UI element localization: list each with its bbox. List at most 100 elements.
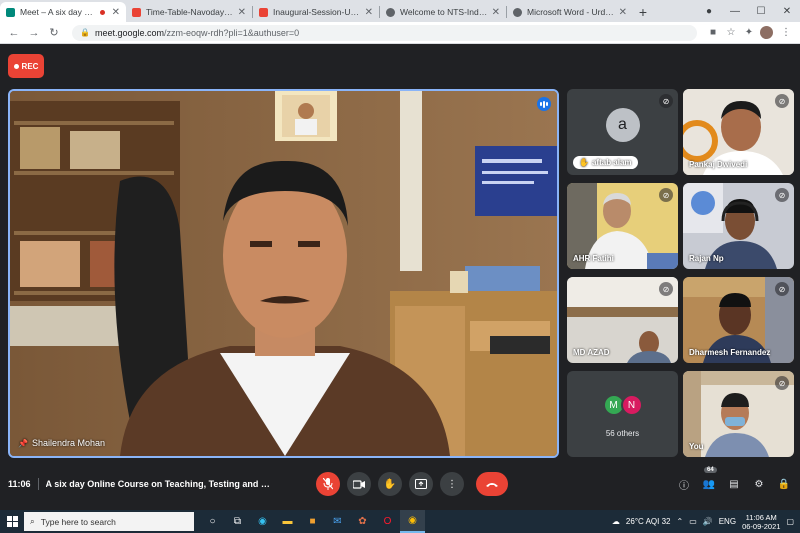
file-explorer-icon[interactable]: ▬ bbox=[275, 510, 300, 533]
menu-icon[interactable]: ⋮ bbox=[778, 27, 794, 38]
participant-name: MD AZAD bbox=[573, 348, 610, 357]
self-tile[interactable]: ⊘ You bbox=[683, 371, 794, 457]
url-host: meet.google.com bbox=[94, 27, 165, 38]
mic-off-icon bbox=[323, 478, 333, 490]
camera-icon bbox=[353, 479, 365, 489]
close-icon[interactable]: ✕ bbox=[365, 7, 373, 18]
chat-icon[interactable]: ▤ bbox=[726, 476, 742, 492]
present-button[interactable] bbox=[409, 472, 433, 496]
meeting-details-icon[interactable]: ⓘ bbox=[676, 476, 692, 492]
tab-time-table[interactable]: Time-Table-Navodaya_Urdu-06- ✕ bbox=[126, 2, 252, 22]
participant-tile-pankaj[interactable]: ⊘ Pankaj Dwivedi bbox=[683, 89, 794, 175]
mic-off-icon: ⊘ bbox=[659, 188, 673, 202]
participant-name: AHR Fatihi bbox=[573, 254, 614, 263]
participant-name: You bbox=[689, 442, 704, 451]
activities-icon[interactable]: ⚙ bbox=[751, 476, 767, 492]
call-controls: ✋ ⋮ bbox=[316, 472, 508, 496]
recording-badge[interactable]: REC bbox=[8, 54, 44, 78]
participant-tile-dharmesh[interactable]: ⊘ Dharmesh Fernandez bbox=[683, 277, 794, 363]
maximize-icon[interactable]: ☐ bbox=[748, 6, 774, 17]
weather-text[interactable]: 26°C AQI 32 bbox=[626, 517, 671, 526]
meet-favicon-icon bbox=[6, 7, 15, 17]
mic-off-icon: ⊘ bbox=[659, 282, 673, 296]
tab-title: Microsoft Word - Urdu Website | bbox=[527, 7, 616, 17]
record-dot-icon bbox=[13, 63, 19, 69]
task-view-icon[interactable]: ⧉ bbox=[225, 510, 250, 533]
close-window-icon[interactable]: ✕ bbox=[774, 6, 800, 17]
main-speaker-tile[interactable]: 📌 Shailendra Mohan bbox=[8, 89, 559, 458]
raise-hand-button[interactable]: ✋ bbox=[378, 472, 402, 496]
store-icon[interactable]: ■ bbox=[300, 510, 325, 533]
leave-call-button[interactable] bbox=[476, 472, 508, 496]
mic-off-icon: ⊘ bbox=[775, 376, 789, 390]
edge-icon[interactable]: ◉ bbox=[250, 510, 275, 533]
participant-tile-fatihi[interactable]: ⊘ AHR Fatihi bbox=[567, 183, 678, 269]
cortana-icon[interactable]: ○ bbox=[200, 510, 225, 533]
others-count: 56 others bbox=[605, 429, 640, 438]
present-screen-icon bbox=[415, 479, 427, 489]
reload-icon[interactable]: ↻ bbox=[46, 26, 62, 39]
clock-date: 06-09-2021 bbox=[742, 521, 781, 531]
tab-search-icon[interactable]: ● bbox=[696, 6, 722, 17]
extensions-icon[interactable]: ✦ bbox=[741, 27, 757, 38]
pdf-favicon-icon bbox=[132, 7, 141, 17]
tab-microsoft-word[interactable]: Microsoft Word - Urdu Website | ✕ bbox=[507, 2, 633, 22]
tab-inaugural-session[interactable]: Inaugural-Session-Urdu.pdf ✕ bbox=[253, 2, 379, 22]
globe-icon bbox=[386, 7, 395, 17]
profile-avatar[interactable] bbox=[760, 26, 773, 39]
tab-nts-india[interactable]: Welcome to NTS-India Website ✕ bbox=[380, 2, 506, 22]
url-field[interactable]: 🔒 meet.google.com /zzm-eoqw-rdh?pli=1&au… bbox=[72, 24, 697, 41]
network-icon[interactable]: ▭ bbox=[689, 517, 697, 526]
windows-start-button[interactable] bbox=[0, 510, 24, 533]
tab-title: Time-Table-Navodaya_Urdu-06- bbox=[146, 7, 235, 17]
avatar: a bbox=[605, 108, 640, 143]
others-avatars: M N bbox=[602, 394, 643, 417]
close-icon[interactable]: ✕ bbox=[238, 7, 246, 18]
star-icon[interactable]: ☆ bbox=[723, 27, 739, 38]
pdf-favicon-icon bbox=[259, 7, 268, 17]
window-controls: ● — ☐ ✕ bbox=[696, 0, 800, 22]
lock-icon[interactable]: 🔒 bbox=[80, 28, 90, 37]
mail-icon[interactable]: ✉ bbox=[325, 510, 350, 533]
participant-name: Pankaj Dwivedi bbox=[689, 160, 748, 169]
url-path: /zzm-eoqw-rdh?pli=1&authuser=0 bbox=[164, 27, 300, 38]
pin-icon: 📌 bbox=[18, 439, 28, 448]
windows-logo-icon bbox=[6, 516, 18, 527]
close-icon[interactable]: ✕ bbox=[112, 7, 120, 18]
host-controls-icon[interactable]: 🔒 bbox=[776, 476, 792, 492]
language-indicator[interactable]: ENG bbox=[719, 517, 736, 526]
taskbar-search-input[interactable]: ⌕ Type here to search bbox=[24, 512, 194, 531]
close-icon[interactable]: ✕ bbox=[619, 7, 627, 18]
clock[interactable]: 11:06 AM 06-09-2021 bbox=[742, 513, 780, 531]
hang-up-icon bbox=[486, 482, 498, 487]
chrome-icon[interactable]: ◉ bbox=[400, 510, 425, 533]
participant-tile-rajan[interactable]: ⊘ Rajan Np bbox=[683, 183, 794, 269]
tab-meet[interactable]: Meet – A six day Online Cou ✕ bbox=[0, 2, 126, 22]
tab-title: Meet – A six day Online Cou bbox=[20, 7, 96, 17]
close-icon[interactable]: ✕ bbox=[492, 7, 500, 18]
more-options-button[interactable]: ⋮ bbox=[440, 472, 464, 496]
new-tab-button[interactable]: + bbox=[633, 2, 653, 22]
volume-icon[interactable]: 🔊 bbox=[703, 517, 713, 526]
mic-off-icon: ⊘ bbox=[775, 282, 789, 296]
minimize-icon[interactable]: — bbox=[722, 6, 748, 17]
participant-tile-aftab[interactable]: a ⊘ ✋ aftab alam bbox=[567, 89, 678, 175]
back-icon[interactable]: ← bbox=[6, 27, 22, 39]
tray-chevron-icon[interactable]: ⌃ bbox=[676, 517, 683, 526]
globe-icon bbox=[513, 7, 522, 17]
recording-dot-icon bbox=[99, 9, 105, 15]
others-tile[interactable]: M N 56 others bbox=[567, 371, 678, 457]
weather-icon[interactable]: ☁ bbox=[612, 517, 620, 526]
windows-taskbar: ⌕ Type here to search ○ ⧉ ◉ ▬ ■ ✉ ✿ O ◉ … bbox=[0, 510, 800, 533]
clock-time: 11:06 AM bbox=[745, 512, 777, 522]
camera-button[interactable] bbox=[347, 472, 371, 496]
people-icon[interactable]: 👥 64 bbox=[701, 467, 717, 492]
notification-icon[interactable]: ▢ bbox=[786, 517, 794, 526]
app-icon[interactable]: ✿ bbox=[350, 510, 375, 533]
participant-tile-azad[interactable]: ⊘ MD AZAD bbox=[567, 277, 678, 363]
opera-icon[interactable]: O bbox=[375, 510, 400, 533]
mic-off-button[interactable] bbox=[316, 472, 340, 496]
screen: Meet – A six day Online Cou ✕ Time-Table… bbox=[0, 0, 800, 533]
forward-icon[interactable]: → bbox=[26, 27, 42, 39]
camera-in-use-icon[interactable]: ■ bbox=[705, 27, 721, 38]
